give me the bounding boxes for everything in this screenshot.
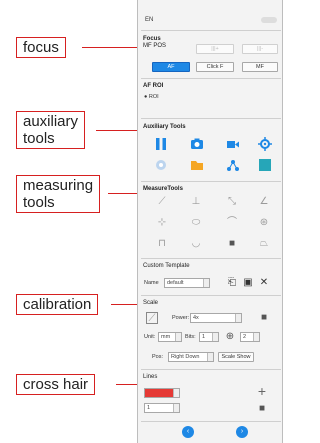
rectangle-tool-icon[interactable]: ⊓: [156, 238, 168, 250]
perpendicular-tool-icon[interactable]: ⊥: [190, 196, 202, 208]
line-tool-icon[interactable]: ⟋: [156, 196, 168, 208]
open-icon[interactable]: ⎗: [226, 277, 238, 289]
delete-icon[interactable]: ■: [226, 238, 238, 250]
zoom-icon[interactable]: ⊕: [224, 331, 236, 343]
click-focus-button[interactable]: Click F: [196, 62, 234, 72]
zoom-select[interactable]: 2: [240, 332, 260, 342]
measure-tools-title: MeasureTools: [143, 186, 183, 192]
scale-title: Scale: [143, 300, 159, 306]
roi-radio[interactable]: ● ROI: [144, 94, 159, 100]
chevron-down-icon: [175, 333, 181, 341]
delete-icon[interactable]: ■: [256, 403, 268, 415]
curve-tool-icon[interactable]: ◡: [190, 238, 202, 250]
gear-icon[interactable]: [154, 158, 168, 172]
scale-show-button[interactable]: Scale Show: [218, 352, 254, 362]
chevron-down-icon: [207, 353, 213, 361]
zoom-select-value: 2: [243, 334, 247, 340]
pos-select-value: Right Down: [171, 354, 200, 360]
control-panel: EN Focus MF POS |||+ |||- AF Click F MF …: [137, 0, 283, 443]
chevron-down-icon: [173, 404, 179, 412]
camera-icon[interactable]: [190, 137, 204, 151]
divider: [141, 181, 281, 182]
unit-select[interactable]: mm: [158, 332, 182, 342]
annotation-connector: [111, 304, 140, 305]
chevron-down-icon: [173, 389, 179, 397]
unit-select-value: mm: [161, 334, 171, 340]
annotation-connector: [96, 130, 140, 131]
point-tool-icon[interactable]: ⊹: [156, 217, 168, 229]
language-label: EN: [145, 17, 154, 23]
annotation-connector: [108, 193, 140, 194]
divider: [141, 421, 281, 422]
toggle-switch[interactable]: [261, 17, 277, 23]
power-label: Power:: [172, 315, 190, 321]
chevron-down-icon: [253, 333, 259, 341]
custom-template-title: Custom Template: [143, 263, 190, 269]
polygon-tool-icon[interactable]: ⏢: [258, 238, 270, 250]
annotation-measuring-tools: measuring tools: [16, 175, 101, 213]
video-icon[interactable]: [226, 137, 240, 151]
divider: [141, 295, 281, 296]
focus-minus-button[interactable]: |||-: [242, 44, 278, 54]
annotation-focus: focus: [16, 37, 66, 58]
annotation-auxiliary-tools: auxiliary tools: [16, 111, 86, 149]
crosshair-icon[interactable]: +: [256, 384, 268, 398]
image-icon[interactable]: [258, 158, 272, 172]
annotation-cross-hair: cross hair: [16, 374, 96, 395]
auxiliary-tools-title: Auxiliary Tools: [143, 124, 186, 130]
focus-plus-button[interactable]: |||+: [196, 44, 234, 54]
chevron-down-icon: [235, 314, 241, 322]
af-roi-title: AF ROI: [143, 83, 164, 89]
angle-tool-icon[interactable]: ∠: [258, 196, 270, 208]
arc-tool-icon[interactable]: ⌒: [226, 217, 238, 229]
line-width-value: 1: [147, 405, 151, 411]
bits-select[interactable]: 1: [199, 332, 219, 342]
divider: [141, 118, 281, 119]
previous-icon[interactable]: ‹: [182, 426, 194, 438]
delete-icon[interactable]: ■: [258, 312, 270, 324]
pos-select[interactable]: Right Down: [168, 352, 214, 362]
scale-draw-icon[interactable]: ⟋: [146, 312, 158, 324]
settings-icon[interactable]: [258, 137, 272, 151]
panel-topbar: EN: [142, 14, 280, 26]
divider: [141, 369, 281, 370]
chevron-down-icon: [203, 279, 209, 287]
chevron-down-icon: [212, 333, 218, 341]
lines-title: Lines: [143, 374, 158, 380]
parallel-tool-icon[interactable]: ⤡: [226, 196, 238, 208]
unit-label: Unit:: [144, 334, 156, 340]
template-select-value: default: [167, 280, 184, 286]
pos-label: Pos:: [152, 354, 164, 360]
save-icon[interactable]: ▣: [242, 277, 254, 289]
annotation-connector: [82, 47, 140, 48]
clear-icon[interactable]: ✕: [258, 277, 270, 289]
next-icon[interactable]: ›: [236, 426, 248, 438]
divider: [141, 258, 281, 259]
template-select[interactable]: default: [164, 278, 210, 288]
mf-button[interactable]: MF: [242, 62, 278, 72]
radio-dot-icon: ●: [144, 94, 148, 100]
line-color-select[interactable]: [144, 388, 180, 398]
circle-tool-icon[interactable]: ⊛: [258, 217, 270, 229]
power-select-value: 4x: [193, 315, 199, 321]
name-label: Name: [144, 280, 159, 286]
divider: [141, 30, 281, 31]
annotation-calibration: calibration: [16, 294, 99, 315]
bits-select-value: 1: [202, 334, 206, 340]
af-button[interactable]: AF: [152, 62, 190, 72]
power-select[interactable]: 4x: [190, 313, 242, 323]
network-icon[interactable]: [226, 158, 240, 172]
ellipse-tool-icon[interactable]: ⬭: [190, 217, 202, 229]
line-width-select[interactable]: 1: [144, 403, 180, 413]
divider: [141, 78, 281, 79]
pause-icon[interactable]: [154, 137, 168, 151]
focus-title: Focus: [143, 36, 161, 42]
folder-icon[interactable]: [190, 158, 204, 172]
mf-pos-label: MF POS: [143, 43, 167, 49]
bits-label: Bits:: [185, 334, 196, 340]
roi-label: ROI: [148, 94, 159, 100]
